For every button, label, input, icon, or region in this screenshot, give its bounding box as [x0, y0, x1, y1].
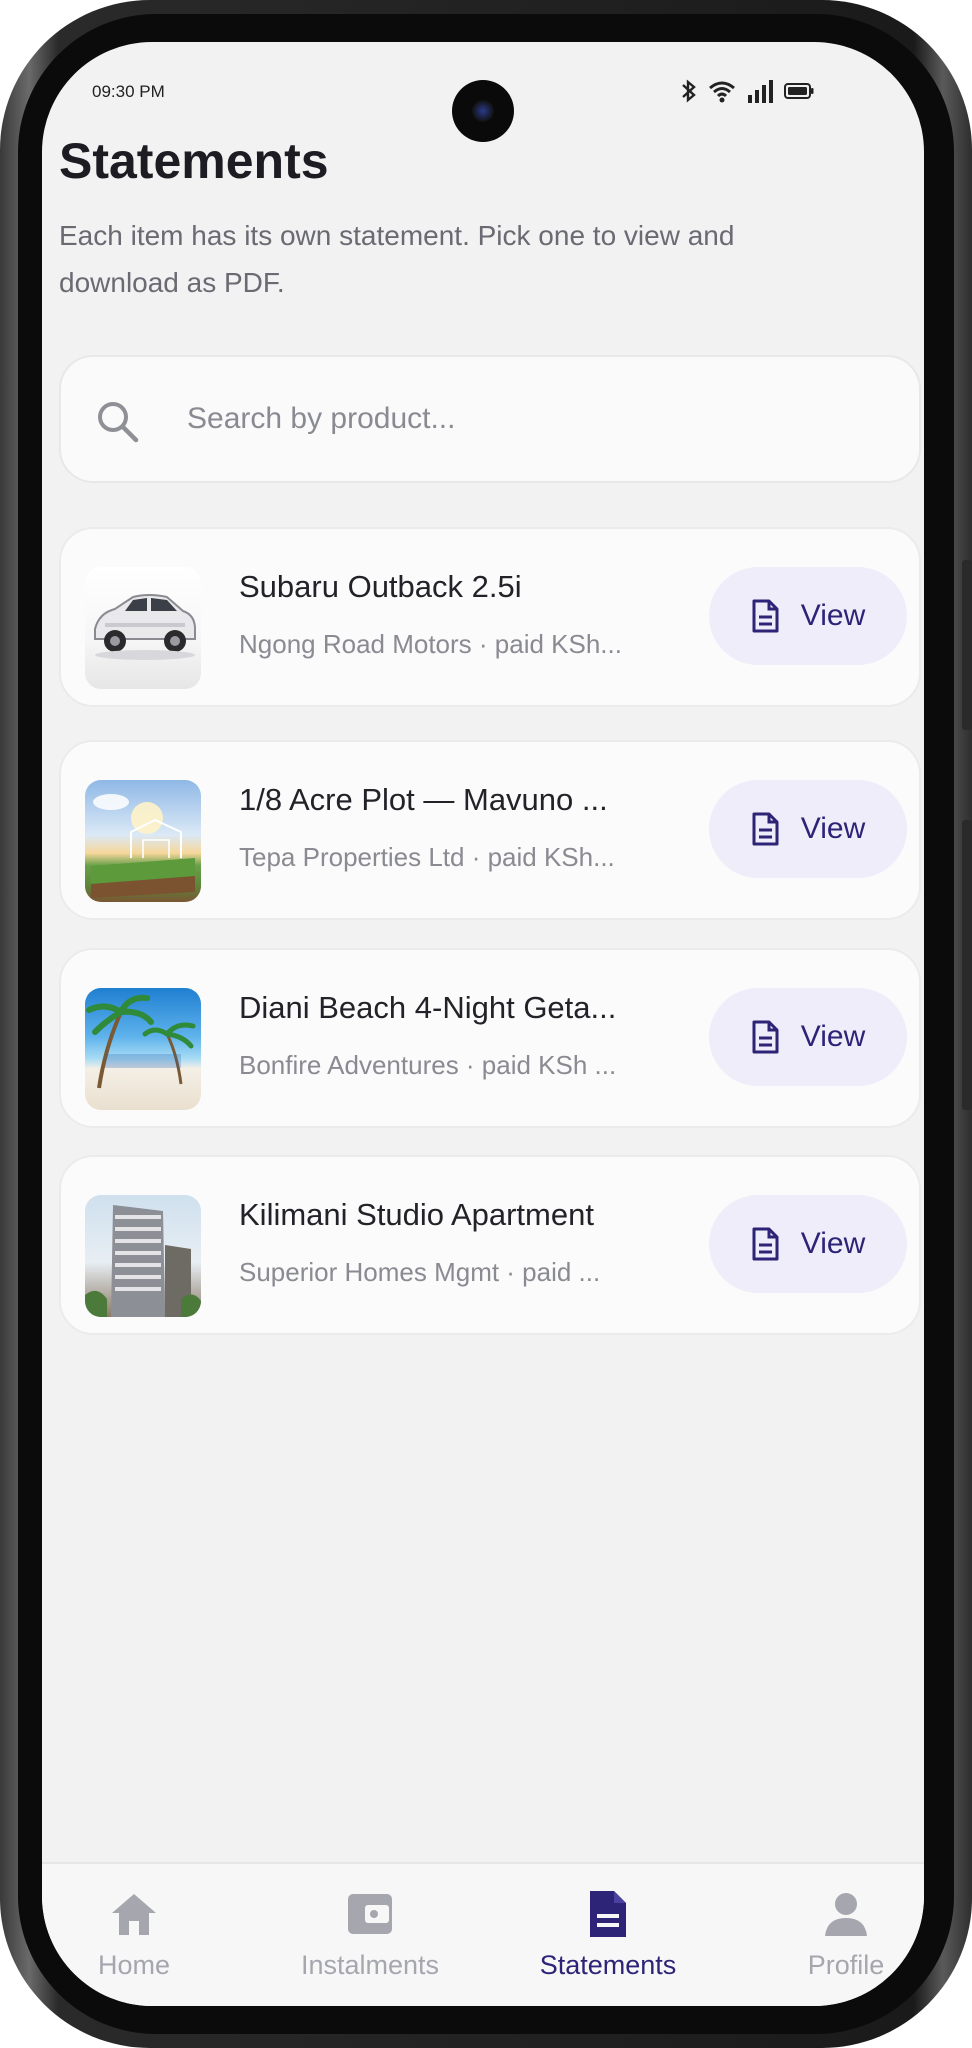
- document-icon: [752, 1227, 779, 1261]
- beach-photo: [85, 988, 201, 1110]
- search-icon: [98, 402, 139, 443]
- view-statement-button[interactable]: View: [709, 567, 907, 665]
- front-camera: [452, 80, 514, 142]
- power-button: [962, 820, 972, 1110]
- status-bar: 09:30 PM: [42, 42, 924, 142]
- nav-profile[interactable]: Profile: [746, 1886, 924, 1981]
- wifi-icon: [709, 81, 735, 103]
- page-subtitle: Each item has its own statement. Pick on…: [59, 220, 735, 298]
- car-photo: [85, 567, 201, 689]
- view-label: View: [800, 599, 866, 632]
- document-icon: [752, 1020, 779, 1054]
- statement-card-subaru[interactable]: Subaru Outback 2.5i Ngong Road Motors · …: [59, 527, 921, 707]
- view-label: View: [800, 1227, 866, 1260]
- wallet-icon: [348, 1894, 392, 1934]
- item-meta: Superior Homes Mgmt · paid ...: [239, 1257, 601, 1287]
- phone-frame: 09:30 PM Statements Each item has its ow…: [0, 0, 972, 2048]
- bluetooth-icon: [682, 79, 696, 103]
- item-meta: Bonfire Adventures · paid KSh ...: [239, 1050, 617, 1080]
- statement-card-kilimani[interactable]: Kilimani Studio Apartment Superior Homes…: [59, 1155, 921, 1335]
- nav-statements[interactable]: Statements: [508, 1886, 708, 1981]
- document-icon: [590, 1891, 626, 1937]
- view-label: View: [800, 812, 866, 845]
- home-icon: [112, 1894, 156, 1935]
- nav-label: Statements: [539, 1950, 677, 1980]
- nav-home[interactable]: Home: [42, 1886, 234, 1981]
- plot-photo: [85, 780, 201, 902]
- nav-label: Profile: [807, 1950, 885, 1980]
- item-meta: Ngong Road Motors · paid KSh...: [239, 629, 622, 659]
- page-title: Statements: [59, 133, 329, 189]
- nav-label: Home: [97, 1950, 171, 1980]
- statement-card-plot[interactable]: 1/8 Acre Plot — Mavuno ... Tepa Properti…: [59, 740, 921, 920]
- document-icon: [752, 599, 779, 633]
- item-title: Diani Beach 4-Night Geta...: [239, 990, 617, 1025]
- item-title: Kilimani Studio Apartment: [239, 1197, 594, 1232]
- item-title: Subaru Outback 2.5i: [239, 569, 522, 604]
- item-meta: Tepa Properties Ltd · paid KSh...: [239, 842, 615, 872]
- statement-card-diani[interactable]: Diani Beach 4-Night Geta... Bonfire Adve…: [59, 948, 921, 1128]
- search-box[interactable]: [59, 355, 921, 483]
- view-statement-button[interactable]: View: [709, 780, 907, 878]
- view-statement-button[interactable]: View: [709, 988, 907, 1086]
- screen: 09:30 PM Statements Each item has its ow…: [42, 42, 924, 2006]
- document-icon: [752, 812, 779, 846]
- apartment-photo: [85, 1195, 201, 1317]
- item-title: 1/8 Acre Plot — Mavuno ...: [239, 782, 608, 817]
- view-statement-button[interactable]: View: [709, 1195, 907, 1293]
- volume-button: [962, 560, 972, 730]
- signal-icon: [748, 80, 773, 103]
- bottom-nav: Home Instalments Statements Profile: [42, 1862, 924, 2006]
- view-label: View: [800, 1020, 866, 1053]
- status-icons: [680, 78, 814, 104]
- search-input[interactable]: [187, 391, 867, 447]
- nav-label: Instalments: [300, 1950, 440, 1980]
- nav-instalments[interactable]: Instalments: [270, 1886, 470, 1981]
- person-icon: [825, 1893, 867, 1936]
- battery-icon: [784, 83, 814, 99]
- status-time: 09:30 PM: [92, 82, 165, 101]
